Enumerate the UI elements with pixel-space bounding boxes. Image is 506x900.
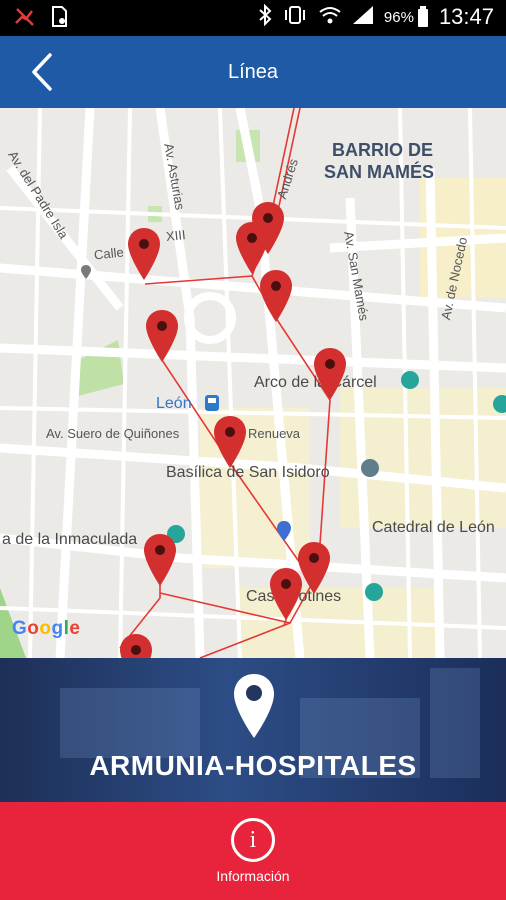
info-button[interactable]: i Información [0, 802, 506, 900]
info-button-label: Información [216, 868, 290, 884]
battery-icon [417, 6, 428, 27]
bus-stop-marker[interactable] [126, 226, 162, 282]
place-marker-icon [277, 521, 291, 541]
bus-stop-marker[interactable] [144, 308, 180, 364]
route-name: ARMUNIA-HOSPITALES [89, 750, 417, 781]
sim-icon [50, 6, 68, 33]
landmark-icon [401, 371, 419, 389]
page-title: Línea [227, 61, 279, 83]
back-button[interactable] [22, 50, 62, 94]
bus-stop-marker[interactable] [212, 414, 248, 470]
map-label-street: Av. Suero de Quiñones [46, 426, 180, 441]
signal-icon [352, 5, 374, 29]
bus-stop-marker[interactable] [258, 268, 294, 324]
battery-indicator: 96% [384, 6, 429, 28]
map-label-poi: a de la Inmaculada [2, 531, 138, 548]
info-icon: i [231, 818, 275, 862]
map-label-barrio-2: SAN MAMÉS [324, 162, 435, 182]
chevron-left-icon [32, 53, 52, 91]
place-marker-icon [81, 265, 91, 279]
bus-stop-marker[interactable] [142, 532, 178, 588]
no-signal-icon [14, 7, 36, 32]
train-station-icon [205, 395, 219, 411]
battery-percent: 96% [383, 8, 414, 26]
google-logo[interactable]: Google [12, 618, 80, 640]
app-bar: Línea [0, 36, 506, 108]
map-canvas [0, 108, 506, 658]
bus-stop-marker[interactable] [268, 566, 304, 622]
route-map[interactable]: BARRIO DE SAN MAMÉS Av. del Padre Isla A… [0, 108, 506, 658]
route-banner: ARMUNIA-HOSPITALES [0, 658, 506, 802]
bluetooth-icon [258, 3, 272, 30]
status-bar: 96% 13:47 [0, 0, 506, 36]
bus-stop-marker[interactable] [118, 632, 154, 658]
map-label-poi: León [156, 395, 192, 412]
landmark-icon [493, 395, 506, 413]
location-pin-icon [234, 674, 274, 738]
landmark-icon [365, 583, 383, 601]
map-label-street: Renueva [248, 426, 301, 441]
map-label-poi: Catedral de León [372, 519, 495, 536]
map-label-street: Calle [93, 244, 125, 263]
landmark-icon [361, 459, 379, 477]
map-label-barrio: BARRIO DE [332, 140, 434, 160]
bus-stop-marker[interactable] [312, 346, 348, 402]
map-label-street: XIII [165, 227, 187, 244]
wifi-icon [318, 5, 342, 29]
clock: 13:47 [438, 4, 494, 29]
vibrate-icon [282, 5, 308, 29]
